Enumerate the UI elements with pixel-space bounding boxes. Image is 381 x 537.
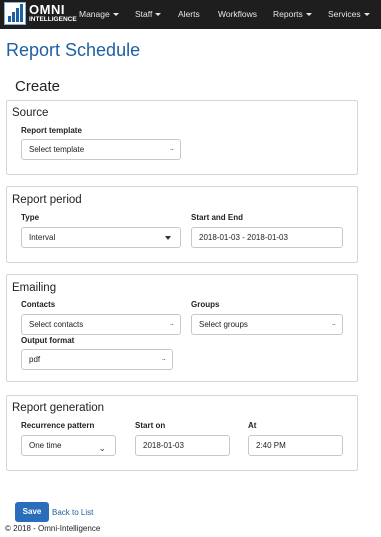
nav-reports[interactable]: Reports bbox=[273, 9, 312, 19]
start-end-label: Start and End bbox=[191, 213, 244, 222]
back-to-list-link[interactable]: Back to List bbox=[52, 508, 93, 517]
select-handle-icon: ·· bbox=[161, 355, 166, 364]
brand-name: OMNI bbox=[29, 2, 65, 18]
caret-down-icon bbox=[155, 13, 162, 17]
nav-staff[interactable]: Staff bbox=[135, 9, 162, 19]
chevron-down-icon: ⌄ bbox=[98, 443, 106, 453]
start-on-date-input[interactable]: 2018-01-03 bbox=[135, 435, 230, 456]
select-handle-icon: ·· bbox=[331, 320, 336, 329]
output-format-select[interactable]: pdf ·· bbox=[21, 349, 173, 370]
nav-alerts[interactable]: Alerts bbox=[178, 9, 200, 19]
report-generation-panel: Report generation Recurrence pattern One… bbox=[6, 395, 358, 471]
source-title: Source bbox=[12, 107, 49, 119]
contacts-label: Contacts bbox=[21, 300, 56, 309]
select-handle-icon: ·· bbox=[169, 320, 174, 329]
recurrence-pattern-select[interactable]: One time ⌄ bbox=[21, 435, 116, 456]
brand-subtitle: INTELLIGENCE bbox=[29, 16, 77, 24]
create-heading: Create bbox=[15, 78, 61, 95]
groups-label: Groups bbox=[191, 300, 220, 309]
recurrence-pattern-label: Recurrence pattern bbox=[21, 421, 95, 430]
emailing-title: Emailing bbox=[12, 282, 57, 294]
contacts-select[interactable]: Select contacts ·· bbox=[21, 314, 181, 335]
caret-down-icon bbox=[363, 13, 370, 17]
top-navbar: OMNI INTELLIGENCE Manage Staff Alerts Wo… bbox=[0, 0, 381, 29]
emailing-panel: Emailing Contacts Select contacts ·· Gro… bbox=[6, 274, 358, 382]
at-label: At bbox=[248, 421, 257, 430]
caret-down-icon bbox=[165, 236, 171, 240]
report-period-panel: Report period Type Interval Start and En… bbox=[6, 186, 358, 263]
source-panel: Source Report template Select template ·… bbox=[6, 100, 358, 175]
brand-logo-link[interactable]: OMNI INTELLIGENCE bbox=[4, 2, 77, 25]
nav-services[interactable]: Services bbox=[328, 9, 370, 19]
type-select[interactable]: Interval bbox=[21, 227, 181, 248]
nav-manage[interactable]: Manage bbox=[79, 9, 119, 19]
caret-down-icon bbox=[305, 13, 312, 17]
footer-copyright: © 2018 - Omni-Intelligence bbox=[5, 524, 101, 533]
save-button[interactable]: Save bbox=[15, 502, 49, 522]
start-on-label: Start on bbox=[135, 421, 166, 430]
bar-chart-logo-icon bbox=[4, 2, 26, 25]
type-label: Type bbox=[21, 213, 40, 222]
output-format-label: Output format bbox=[21, 336, 75, 345]
report-period-title: Report period bbox=[12, 194, 82, 206]
report-template-select[interactable]: Select template ·· bbox=[21, 139, 181, 160]
groups-select[interactable]: Select groups ·· bbox=[191, 314, 343, 335]
select-handle-icon: ·· bbox=[169, 145, 174, 154]
start-end-date-range-input[interactable]: 2018-01-03 - 2018-01-03 bbox=[191, 227, 343, 248]
report-generation-title: Report generation bbox=[12, 402, 105, 414]
at-time-input[interactable]: 2:40 PM bbox=[248, 435, 343, 456]
nav-workflows[interactable]: Workflows bbox=[218, 9, 257, 19]
caret-down-icon bbox=[112, 13, 119, 17]
report-template-label: Report template bbox=[21, 126, 82, 135]
page-title: Report Schedule bbox=[6, 40, 141, 60]
